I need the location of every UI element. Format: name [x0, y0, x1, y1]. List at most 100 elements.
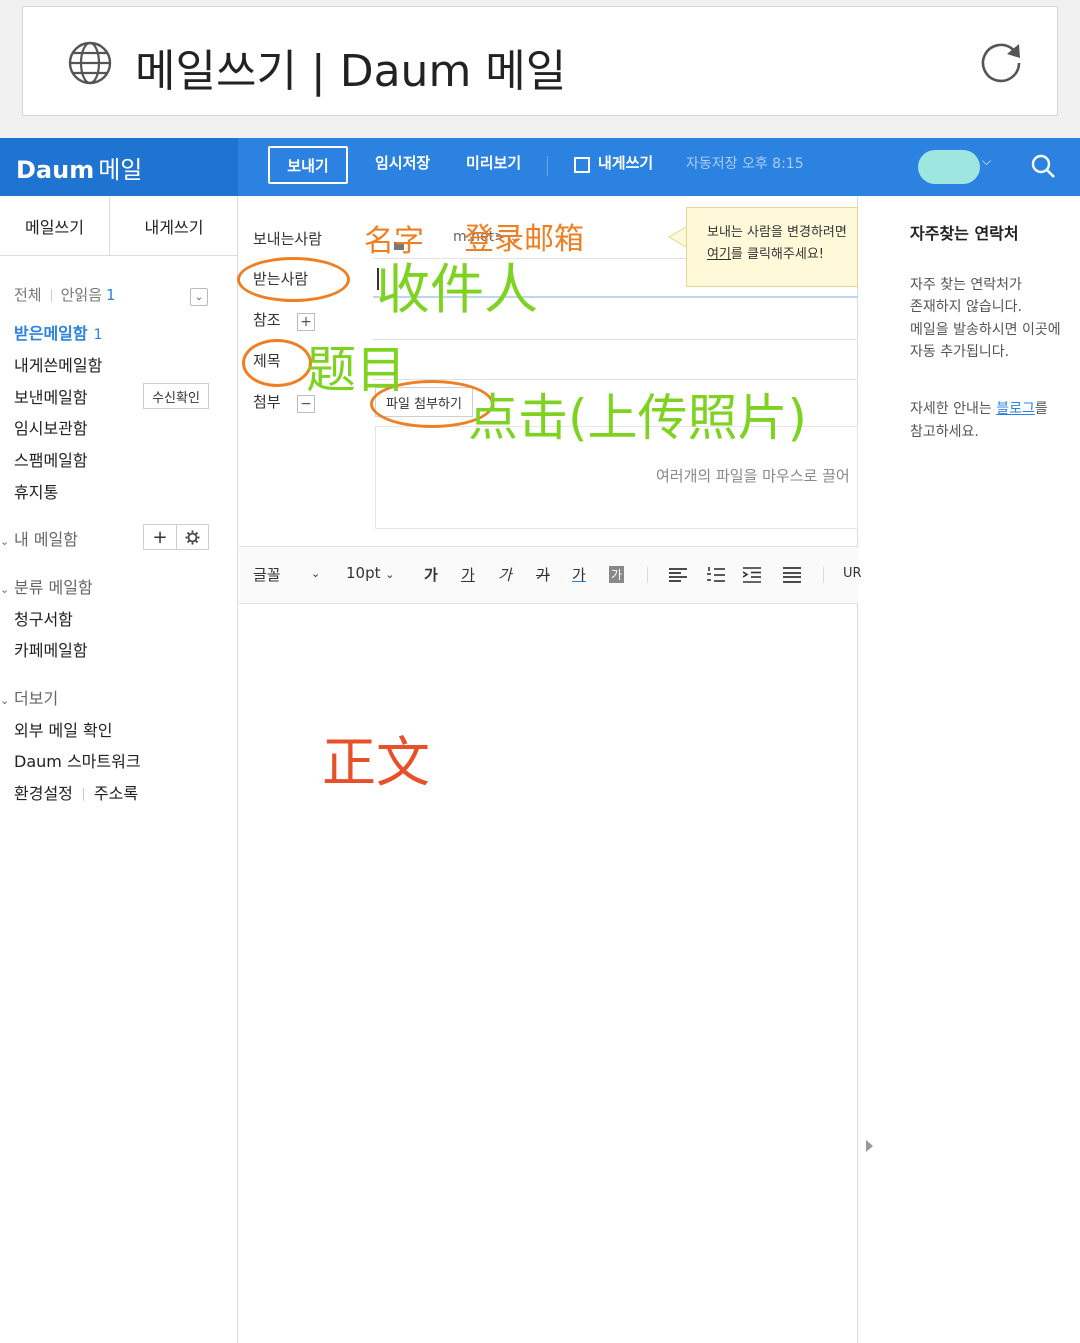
contacts-desc-2: 존재하지 않습니다.: [910, 299, 1022, 315]
logo-brand: Daum: [16, 156, 95, 184]
more-group[interactable]: ⌄ 더보기: [0, 685, 58, 709]
filter-all[interactable]: 전체: [14, 286, 42, 304]
font-label: 글꼴: [253, 566, 281, 584]
preview-button[interactable]: 미리보기: [466, 152, 521, 173]
help-prefix: 자세한 안내는: [910, 401, 997, 417]
inbox-label: 받은메일함: [14, 324, 88, 343]
italic-icon[interactable]: 가: [498, 564, 512, 585]
avatar[interactable]: [918, 150, 980, 184]
font-size-select[interactable]: 10pt ⌄: [346, 564, 395, 582]
annotation-subject: 题目: [306, 341, 406, 399]
send-button[interactable]: 보내기: [268, 146, 348, 184]
daum-mail-logo[interactable]: Daum 메일: [16, 150, 142, 185]
sidebar-item-drafts[interactable]: 임시보관함: [14, 415, 88, 439]
tooltip-line2-wrap: 여기를 클릭해주세요!: [707, 244, 857, 266]
logo-area: Daum 메일: [0, 138, 238, 196]
settings-links: 환경설정 주소록: [14, 780, 138, 804]
mailbox-settings-button[interactable]: [176, 524, 209, 550]
tooltip-arrow-inner: [670, 227, 687, 247]
category-label: 분류 메일함: [14, 578, 93, 597]
indent-icon[interactable]: [743, 567, 761, 583]
tooltip-line1: 보내는 사람을 변경하려면: [707, 225, 847, 240]
sidebar-item-bills[interactable]: 청구서함: [14, 606, 73, 630]
annotation-recipient: 收件人: [376, 258, 538, 321]
font-select[interactable]: 글꼴: [253, 564, 281, 585]
gear-icon: [185, 529, 200, 545]
sidebar-tabs: 메일쓰기 내게쓰기: [0, 196, 238, 256]
sidebar-item-trash[interactable]: 휴지통: [14, 479, 58, 503]
size-label: 10pt: [346, 564, 381, 582]
chevron-down-icon: ⌄: [0, 583, 10, 596]
sidebar-item-spam[interactable]: 스팸메일함: [14, 447, 88, 471]
plus-icon: +: [152, 526, 168, 548]
inbox-count: 1: [93, 327, 103, 343]
autosave-status: 자동저장 오후 8:15: [686, 156, 804, 172]
smartwork-link[interactable]: Daum 스마트워크: [14, 748, 141, 772]
help-text: 자세한 안내는 블로그를: [910, 398, 1048, 418]
tab-write-self[interactable]: 내게쓰기: [110, 196, 238, 256]
chevron-down-icon: ⌄: [0, 535, 10, 548]
blog-link[interactable]: 블로그: [996, 401, 1035, 417]
cc-expand-button[interactable]: +: [297, 313, 315, 331]
browser-address-box[interactable]: 메일쓰기 | Daum 메일: [22, 6, 1058, 116]
external-mail-link[interactable]: 외부 메일 확인: [14, 717, 113, 741]
line-spacing-icon[interactable]: [783, 567, 801, 583]
sidebar-item-cafe[interactable]: 카페메일함: [14, 637, 88, 661]
category-mailbox-group[interactable]: ⌄ 분류 메일함: [0, 574, 93, 598]
tooltip-link[interactable]: 여기: [707, 247, 731, 262]
strikethrough-icon[interactable]: 가: [536, 564, 550, 585]
panel-toggle-icon[interactable]: [866, 1140, 873, 1152]
annotation-body: 正文: [322, 731, 430, 794]
contacts-desc-4: 자동 추가됩니다.: [910, 344, 1010, 360]
page-title: 메일쓰기 | Daum 메일: [135, 46, 567, 97]
receipt-check-button[interactable]: 수신확인: [143, 383, 209, 409]
settings-link[interactable]: 환경설정: [14, 784, 73, 803]
frequent-contacts-title: 자주찾는 연락처: [910, 224, 1019, 243]
add-mailbox-button[interactable]: +: [143, 524, 177, 550]
cc-divider: [373, 339, 858, 340]
self-write-label[interactable]: 내게쓰기: [598, 152, 653, 173]
numbered-list-icon[interactable]: [707, 567, 725, 583]
search-icon[interactable]: [1030, 153, 1056, 179]
sidebar-item-self-sent[interactable]: 내게쓴메일함: [14, 352, 102, 376]
bold-icon[interactable]: 가: [424, 564, 438, 585]
self-write-checkbox[interactable]: [574, 157, 590, 173]
mail-filter: 전체 안읽음 1: [14, 284, 116, 305]
reload-icon[interactable]: [975, 37, 1027, 89]
underline-icon[interactable]: 가: [461, 564, 475, 585]
app-header: Daum 메일 보내기 임시저장 미리보기 내게쓰기 자동저장 오후 8:15 ⌵: [0, 138, 1080, 196]
browser-title-bar: 메일쓰기 | Daum 메일: [0, 0, 1080, 138]
my-mailbox-group[interactable]: ⌄ 내 메일함: [0, 526, 78, 550]
font-color-icon[interactable]: 가: [572, 564, 586, 585]
sender-change-tooltip: 보내는 사람을 변경하려면 여기를 클릭해주세요!: [686, 207, 858, 287]
highlight-icon[interactable]: 가: [609, 566, 625, 583]
my-mailbox-label: 내 메일함: [14, 530, 78, 549]
tooltip-line2: 를 클릭해주세요!: [730, 247, 824, 262]
chevron-down-icon: ⌄: [385, 568, 395, 581]
align-left-icon[interactable]: [669, 567, 687, 583]
toolbar-divider: [647, 567, 648, 583]
help-suffix: 를: [1034, 401, 1048, 417]
sidebar-item-sent[interactable]: 보낸메일함: [14, 384, 88, 408]
sidebar-item-inbox[interactable]: 받은메일함 1: [14, 320, 103, 344]
plus-icon: +: [300, 314, 312, 330]
tab-write-mail[interactable]: 메일쓰기: [0, 196, 110, 256]
chevron-down-icon[interactable]: ⌄: [311, 567, 320, 580]
toolbar-divider: [823, 567, 824, 583]
cc-label: 참조: [253, 311, 281, 329]
more-label: 더보기: [14, 689, 59, 708]
drop-hint: 여러개의 파일을 마우스로 끌어: [656, 467, 850, 485]
chevron-down-icon[interactable]: ⌵: [982, 154, 991, 169]
save-draft-button[interactable]: 임시저장: [375, 152, 430, 173]
attach-label: 첨부: [253, 393, 281, 411]
frequent-contacts-panel: 자주찾는 연락처 자주 찾는 연락처가 존재하지 않습니다. 메일을 발송하시면…: [878, 196, 1080, 1343]
header-divider: [547, 156, 548, 176]
logo-product: 메일: [98, 156, 143, 184]
annotation-click-upload: 点击(上传照片): [468, 389, 808, 447]
mail-body-editor[interactable]: [239, 604, 858, 1343]
filter-dropdown[interactable]: ⌄: [190, 288, 208, 306]
filter-unread[interactable]: 안읽음: [61, 286, 102, 304]
addressbook-link[interactable]: 주소록: [94, 784, 138, 803]
url-button[interactable]: UR: [843, 566, 862, 581]
from-label: 보내는사람: [253, 230, 323, 248]
